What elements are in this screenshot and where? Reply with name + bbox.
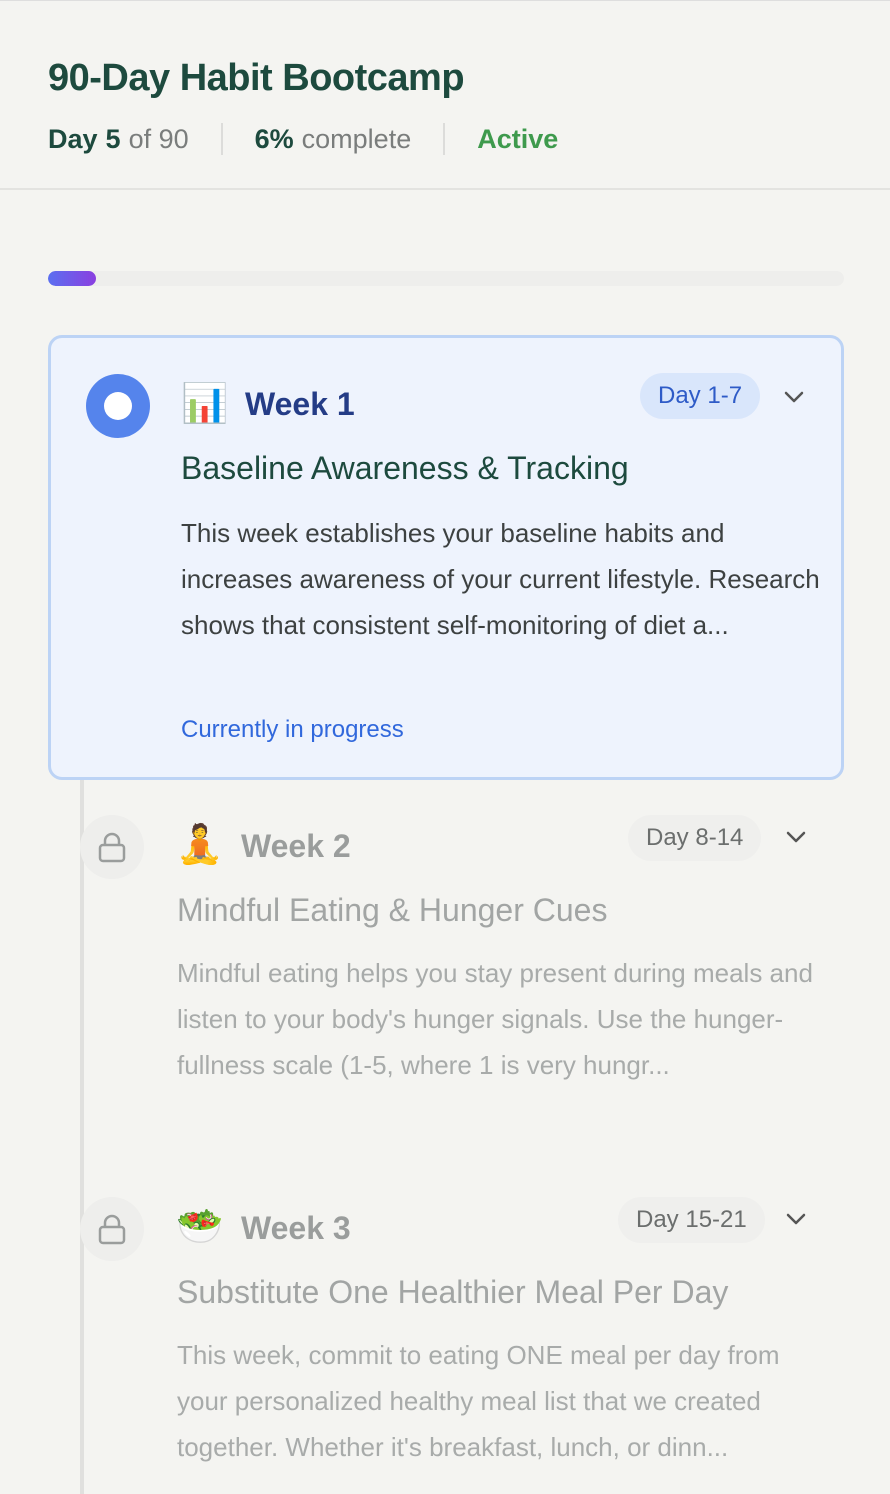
week-label: Week 2: [241, 828, 351, 864]
lock-node: [80, 815, 144, 879]
percent-value: 6%: [254, 123, 294, 154]
week-label: Week 3: [241, 1210, 351, 1246]
day-current: 5: [105, 123, 121, 154]
week-card-3[interactable]: 🥗 Week 3 Day 15-21 Substitute One Health…: [48, 1182, 844, 1494]
overall-progress-bar: [48, 271, 844, 286]
meditation-icon: 🧘: [176, 822, 224, 866]
lock-icon: [98, 1214, 126, 1245]
week-description: Mindful eating helps you stay present du…: [177, 958, 813, 1080]
bar-chart-icon: 📊: [181, 381, 229, 425]
week-status-link[interactable]: Currently in progress: [181, 716, 404, 744]
page-title: 90-Day Habit Bootcamp: [48, 57, 465, 99]
overall-progress-fill: [48, 271, 96, 286]
lock-icon: [98, 832, 126, 863]
week-description: This week establishes your baseline habi…: [181, 518, 820, 640]
week-title: Mindful Eating & Hunger Cues: [177, 892, 608, 928]
current-step-icon: [86, 374, 150, 438]
salad-icon: 🥗: [176, 1204, 224, 1248]
week-card-1[interactable]: 📊 Week 1 Day 1-7 Baseline Awareness & Tr…: [48, 335, 844, 780]
day-prefix: Day: [48, 123, 98, 154]
status-badge: Active: [477, 123, 559, 154]
lock-node: [80, 1197, 144, 1261]
day-range-badge: Day 15-21: [618, 1197, 765, 1243]
day-total: of 90: [128, 123, 189, 154]
week-title: Substitute One Healthier Meal Per Day: [177, 1274, 729, 1310]
day-range-badge: Day 8-14: [628, 815, 762, 861]
week-title: Baseline Awareness & Tracking: [181, 450, 629, 486]
week-card-2[interactable]: 🧘 Week 2 Day 8-14 Mindful Eating & Hunge…: [48, 800, 844, 1160]
meta-divider: [443, 123, 446, 155]
chevron-down-icon[interactable]: [781, 1204, 811, 1234]
meta-divider: [220, 123, 223, 155]
day-range-badge: Day 1-7: [640, 373, 761, 419]
chevron-down-icon[interactable]: [781, 822, 811, 852]
week-label: Week 1: [245, 386, 355, 422]
progress-meta: Day 5 of 90 6% complete Active: [48, 121, 558, 157]
percent-suffix: complete: [301, 123, 412, 154]
chevron-down-icon[interactable]: [779, 382, 809, 412]
bootcamp-header: 90-Day Habit Bootcamp Day 5 of 90 6% com…: [0, 1, 890, 190]
week-description: This week, commit to eating ONE meal per…: [177, 1340, 780, 1462]
